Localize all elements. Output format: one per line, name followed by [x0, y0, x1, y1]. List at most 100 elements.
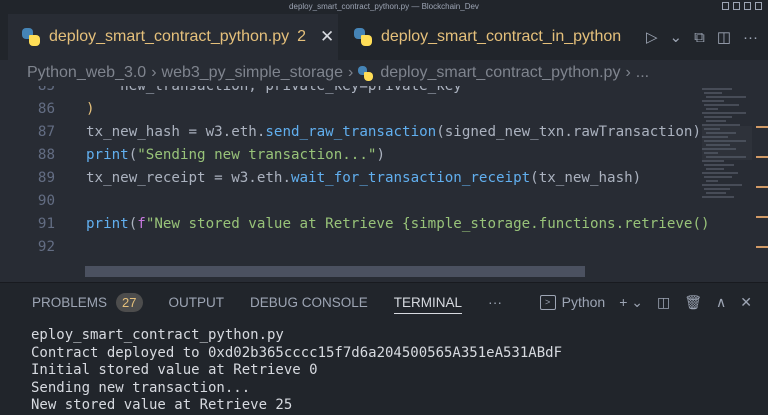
breadcrumb-file[interactable]: deploy_smart_contract_python.py — [380, 64, 620, 82]
split-terminal-icon[interactable]: ◫ — [657, 294, 670, 311]
code-text[interactable]: print("Sending new transaction...") — [86, 144, 385, 167]
open-preview-icon[interactable]: ⧉ — [694, 29, 705, 46]
toggle-secondary-sidebar-icon[interactable] — [744, 2, 751, 10]
minimap-line — [704, 164, 734, 166]
terminal-output[interactable]: eploy_smart_contract_python.py Contract d… — [31, 327, 761, 415]
chevron-down-icon[interactable]: ⌄ — [670, 28, 683, 46]
code-text[interactable]: tx_new_receipt = w3.eth.wait_for_transac… — [86, 167, 641, 190]
line-number: 92 — [37, 239, 55, 255]
more-tabs-icon[interactable]: ··· — [488, 294, 502, 310]
code-token: tx_new_hash = w3.eth. — [86, 124, 266, 140]
minimap-line — [702, 112, 746, 114]
minimap-line — [702, 100, 724, 102]
minimap-line — [706, 168, 724, 170]
tab-terminal[interactable]: TERMINAL — [393, 295, 463, 314]
run-icon[interactable]: ▷ — [646, 28, 658, 46]
line-number: 90 — [37, 193, 55, 209]
minimap-line — [702, 88, 732, 90]
minimap-line — [702, 136, 728, 138]
terminal-icon: > — [539, 294, 556, 310]
minimap-line — [706, 192, 726, 194]
code-token: wait_for_transaction_receipt — [291, 170, 531, 186]
new-terminal-icon[interactable]: + ⌄ — [619, 294, 643, 311]
tab-problems-label: PROBLEMS — [32, 294, 108, 310]
close-icon[interactable]: ✕ — [320, 27, 334, 47]
tab-debug-console[interactable]: DEBUG CONSOLE — [250, 295, 368, 310]
code-token: new_transaction, private_key=private_key — [86, 86, 462, 94]
minimap-line — [706, 132, 736, 134]
minimap-line — [702, 184, 742, 186]
split-editor-icon[interactable]: ◫ — [717, 28, 731, 46]
breadcrumb-folder[interactable]: Python_web_3.0 — [27, 64, 146, 82]
chevron-right-icon: › — [625, 64, 631, 81]
customize-layout-icon[interactable] — [755, 2, 762, 10]
terminal-line: Sending new transaction... — [31, 379, 251, 396]
trash-icon[interactable]: 🗑 — [684, 294, 702, 311]
problem-count: 2 — [297, 28, 307, 45]
minimap-line — [706, 96, 746, 98]
minimap[interactable] — [702, 86, 752, 282]
window-title: deploy_smart_contract_python.py — Blockc… — [289, 2, 479, 11]
maximize-panel-icon[interactable]: ∧ — [716, 294, 726, 311]
scroll-marker — [756, 246, 768, 248]
scroll-marker — [756, 126, 768, 128]
horizontal-scrollbar[interactable] — [85, 266, 585, 277]
line-number: 87 — [37, 124, 55, 140]
minimap-line — [704, 116, 732, 118]
editor-actions: ▷ ⌄ ⧉ ◫ ··· — [646, 14, 758, 60]
minimap-line — [706, 144, 730, 146]
code-text[interactable]: ) — [86, 98, 95, 121]
minimap-line — [702, 196, 734, 198]
breadcrumb-folder[interactable]: web3_py_simple_storage — [162, 64, 343, 82]
minimap-line — [706, 120, 726, 122]
tab-deploy-smart-contract-in-python[interactable]: deploy_smart_contract_in_python — [340, 14, 622, 60]
code-token: ( — [128, 216, 138, 232]
minimap-line — [704, 128, 720, 130]
code-token: f — [137, 216, 146, 232]
minimap-line — [704, 176, 732, 178]
terminal-profile-label: Python — [561, 294, 606, 310]
python-file-icon — [358, 65, 374, 81]
toggle-sidebar-icon[interactable] — [722, 2, 729, 10]
code-token: ( — [128, 147, 138, 163]
python-file-icon — [354, 28, 372, 46]
bottom-panel: PROBLEMS 27 OUTPUT DEBUG CONSOLE TERMINA… — [0, 282, 768, 415]
code-text[interactable]: tx_new_hash = w3.eth.send_raw_transactio… — [86, 121, 701, 144]
code-token: "Sending new transaction..." — [137, 147, 377, 163]
code-text[interactable]: new_transaction, private_key=private_key — [86, 86, 462, 98]
terminal-profile-selector[interactable]: > Python — [539, 294, 606, 310]
breadcrumb-symbol[interactable]: ... — [636, 64, 649, 82]
minimap-line — [704, 140, 746, 142]
more-actions-icon[interactable]: ··· — [743, 29, 758, 46]
toggle-panel-icon[interactable] — [733, 2, 740, 10]
tab-problems[interactable]: PROBLEMS 27 — [32, 292, 143, 312]
terminal-line: eploy_smart_contract_python.py — [31, 327, 284, 343]
code-token: send_raw_transaction — [265, 124, 437, 140]
close-icon[interactable]: ✕ — [740, 294, 752, 311]
terminal-line: Initial stored value at Retrieve 0 — [31, 362, 318, 378]
problems-count-badge: 27 — [116, 292, 143, 312]
minimap-line — [706, 156, 746, 158]
scroll-marker — [756, 186, 768, 188]
layout-controls[interactable] — [722, 2, 762, 10]
tab-output[interactable]: OUTPUT — [169, 295, 225, 310]
minimap-line — [704, 188, 730, 190]
minimap-line — [704, 92, 722, 94]
minimap-line — [704, 152, 718, 154]
line-number: 86 — [37, 101, 55, 117]
line-number: 89 — [37, 170, 55, 186]
terminal-line: New stored value at Retrieve 25 — [31, 397, 293, 413]
editor-tab-bar: deploy_smart_contract_python.py 2 ✕ depl… — [0, 14, 768, 60]
code-editor[interactable]: 85 new_transaction, private_key=private_… — [0, 86, 768, 282]
code-text[interactable]: print(f"New stored value at Retrieve {si… — [86, 213, 710, 236]
minimap-line — [702, 172, 738, 174]
minimap-line — [702, 160, 724, 162]
code-token: (tx_new_hash) — [530, 170, 642, 186]
minimap-line — [702, 148, 736, 150]
vertical-scrollbar[interactable] — [756, 86, 768, 282]
minimap-line — [706, 108, 718, 110]
tab-deploy-smart-contract-python[interactable]: deploy_smart_contract_python.py 2 ✕ — [8, 14, 338, 60]
line-number: 85 — [37, 86, 55, 94]
line-number: 88 — [37, 147, 55, 163]
code-token: ) — [86, 101, 95, 117]
